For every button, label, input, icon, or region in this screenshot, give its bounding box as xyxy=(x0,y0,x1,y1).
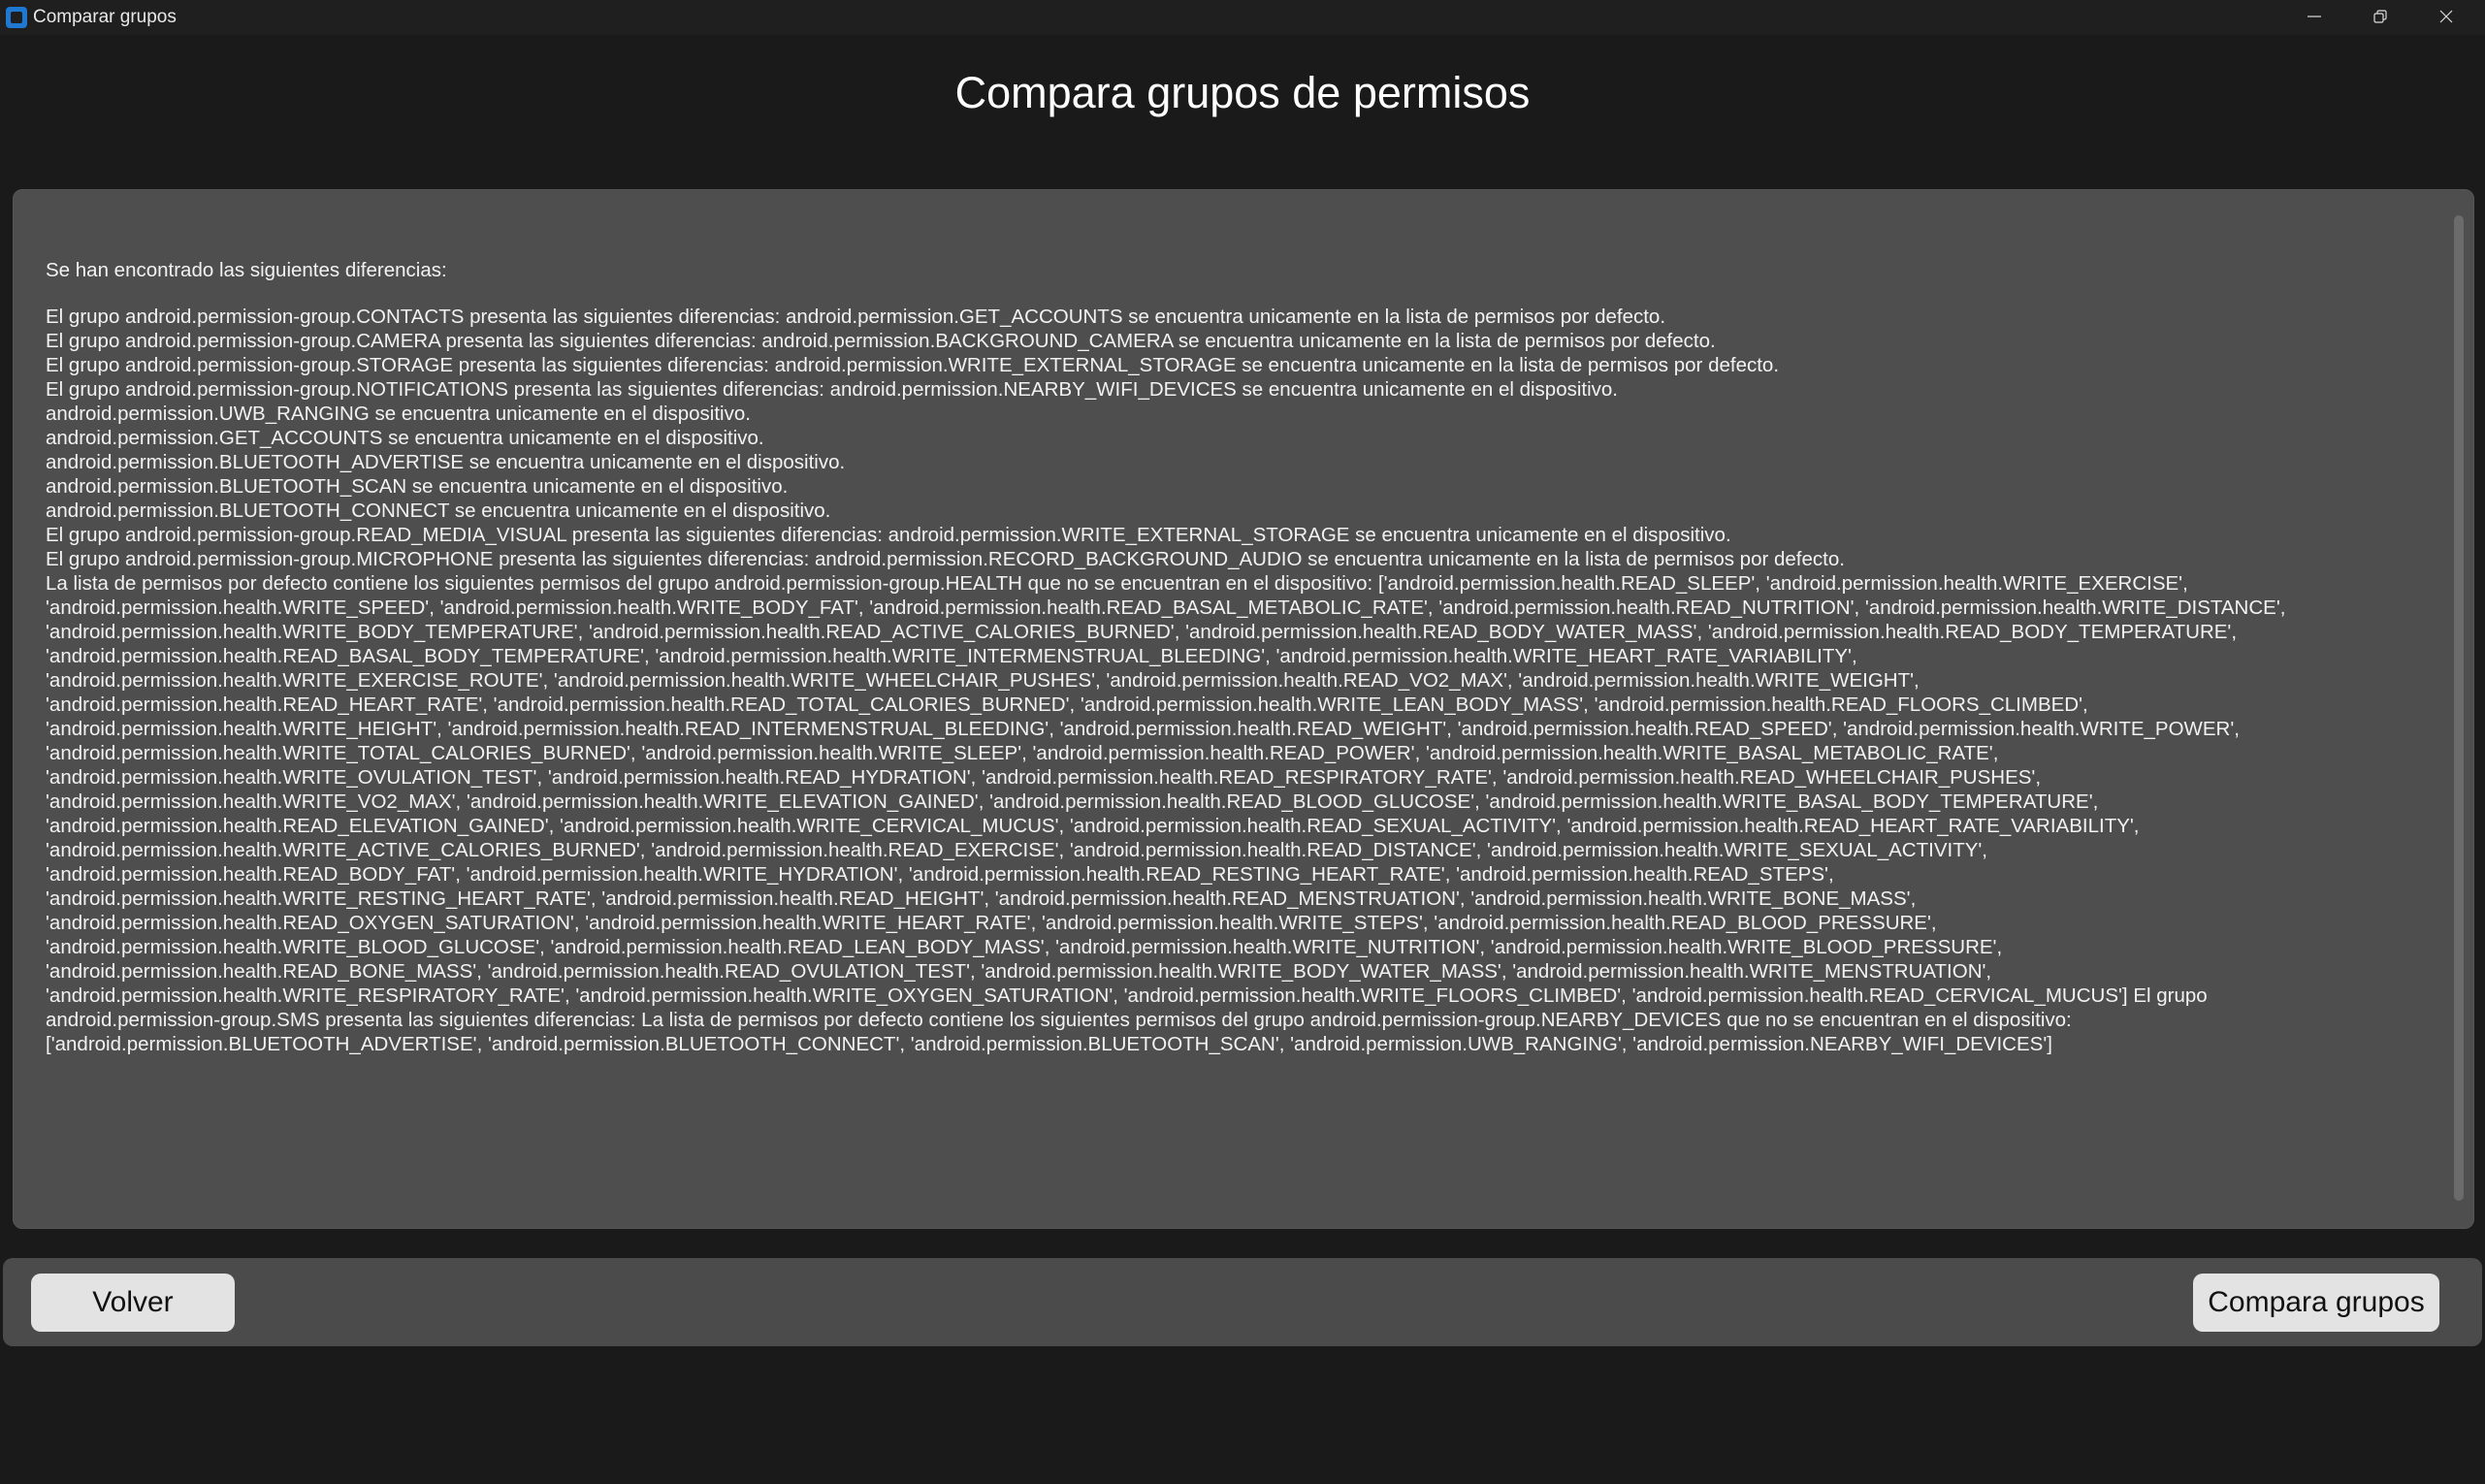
maximize-button[interactable] xyxy=(2347,0,2413,33)
result-line: 'android.permission.health.READ_HEART_RA… xyxy=(46,694,2088,716)
result-line: android.permission.UWB_RANGING se encuen… xyxy=(46,403,751,425)
page-title: Compara grupos de permisos xyxy=(954,68,1531,117)
minimize-button[interactable] xyxy=(2281,0,2347,33)
result-line: 'android.permission.health.WRITE_BODY_TE… xyxy=(46,621,2238,643)
window-title: Comparar grupos xyxy=(33,7,177,27)
result-line: 'android.permission.health.WRITE_BLOOD_G… xyxy=(46,936,2003,958)
result-line: La lista de permisos por defecto contien… xyxy=(46,572,2188,595)
restore-icon xyxy=(2373,10,2387,23)
results-scrollbar[interactable] xyxy=(2454,215,2464,1201)
result-line: 'android.permission.health.WRITE_RESPIRA… xyxy=(46,984,2208,1007)
result-line: 'android.permission.health.WRITE_VO2_MAX… xyxy=(46,790,2099,813)
result-line: El grupo android.permission-group.CAMERA… xyxy=(46,330,1716,352)
result-line: ['android.permission.BLUETOOTH_ADVERTISE… xyxy=(46,1033,2052,1055)
result-line: android.permission.GET_ACCOUNTS se encue… xyxy=(46,427,764,449)
result-line: 'android.permission.health.READ_BODY_FAT… xyxy=(46,863,1834,886)
result-line: android.permission.BLUETOOTH_SCAN se enc… xyxy=(46,475,789,498)
result-line: 'android.permission.health.READ_OXYGEN_S… xyxy=(46,912,1937,934)
result-line: El grupo android.permission-group.CONTAC… xyxy=(46,306,1666,328)
compare-groups-button[interactable]: Compara grupos xyxy=(2193,1274,2439,1332)
result-line: El grupo android.permission-group.STORAG… xyxy=(46,354,1780,376)
close-icon xyxy=(2439,10,2453,23)
result-line: El grupo android.permission-group.READ_M… xyxy=(46,524,1731,546)
result-line: 'android.permission.health.WRITE_OVULATI… xyxy=(46,766,2042,789)
close-button[interactable] xyxy=(2413,0,2479,33)
result-line: Se han encontrado las siguientes diferen… xyxy=(46,259,447,281)
result-line: El grupo android.permission-group.MICROP… xyxy=(46,548,1845,570)
back-button[interactable]: Volver xyxy=(31,1274,235,1332)
result-line: 'android.permission.health.READ_ELEVATIO… xyxy=(46,815,2140,837)
footer-bar xyxy=(3,1258,2482,1346)
result-line: android.permission.BLUETOOTH_CONNECT se … xyxy=(46,500,831,522)
app-window: Comparar grupos Compara grupos de permis… xyxy=(0,0,2485,1484)
results-text[interactable]: Se han encontrado las siguientes diferen… xyxy=(46,258,2441,1056)
result-line: android.permission.BLUETOOTH_ADVERTISE s… xyxy=(46,451,846,473)
result-line: 'android.permission.health.WRITE_TOTAL_C… xyxy=(46,742,1999,764)
title-bar[interactable]: Comparar grupos xyxy=(0,0,2485,35)
result-line: 'android.permission.health.WRITE_SPEED',… xyxy=(46,597,2286,619)
result-line: 'android.permission.health.WRITE_EXERCIS… xyxy=(46,669,1920,692)
app-icon xyxy=(6,7,27,28)
result-line: 'android.permission.health.WRITE_HEIGHT'… xyxy=(46,718,2240,740)
result-line: 'android.permission.health.WRITE_ACTIVE_… xyxy=(46,839,1988,861)
result-line: 'android.permission.health.READ_BONE_MAS… xyxy=(46,960,1992,983)
result-line: 'android.permission.health.READ_BASAL_BO… xyxy=(46,645,1857,667)
result-line: 'android.permission.health.WRITE_RESTING… xyxy=(46,887,1917,910)
result-line: El grupo android.permission-group.NOTIFI… xyxy=(46,378,1619,401)
result-line: android.permission-group.SMS presenta la… xyxy=(46,1009,2072,1031)
minimize-icon xyxy=(2308,16,2321,17)
